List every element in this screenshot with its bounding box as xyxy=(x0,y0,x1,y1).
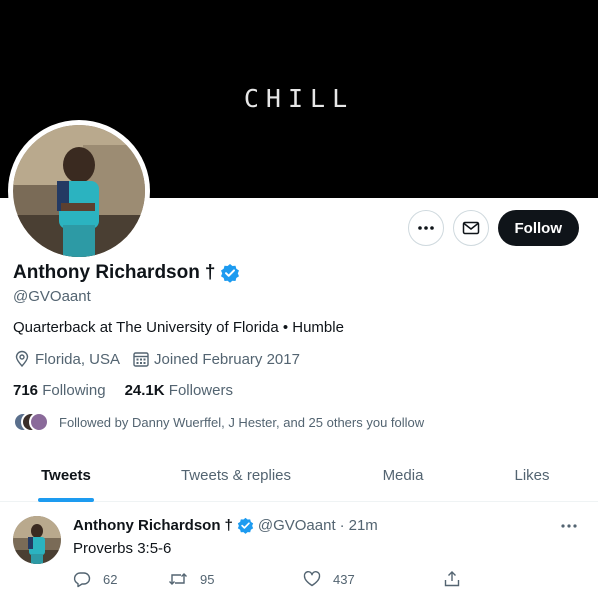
followed-by-link[interactable]: Followed by Danny Wuerffel, J Hester, an… xyxy=(13,412,424,432)
mini-avatar xyxy=(29,412,49,432)
tab-label: Tweets xyxy=(41,466,91,484)
reply-button[interactable]: 62 xyxy=(73,570,168,588)
profile-name-suffix: † xyxy=(204,262,216,283)
tweet-separator: · xyxy=(339,517,345,534)
tweet-author-name[interactable]: Anthony Richardson xyxy=(73,517,221,534)
tweet-timestamp[interactable]: 21m xyxy=(349,517,378,534)
retweet-button[interactable]: 95 xyxy=(168,570,303,588)
message-button[interactable] xyxy=(452,210,489,246)
profile-name: Anthony Richardson xyxy=(13,262,200,283)
follow-button[interactable]: Follow xyxy=(497,210,579,246)
tweet-author-handle: @GVOaant xyxy=(257,517,336,534)
tweet-avatar[interactable] xyxy=(13,516,61,564)
followers-you-know-avatars xyxy=(13,412,49,432)
location-icon xyxy=(15,350,29,368)
profile-tabs: Tweets Tweets & replies Media Likes xyxy=(0,448,598,502)
profile-actions: Follow xyxy=(407,210,579,246)
tab-likes[interactable]: Likes xyxy=(466,448,598,502)
profile-avatar[interactable] xyxy=(8,120,150,262)
followers-label: Followers xyxy=(168,382,233,399)
followed-by-text: Followed by Danny Wuerffel, J Hester, an… xyxy=(59,414,425,430)
profile-meta: Florida, USA Joined February 2017 xyxy=(13,350,312,368)
share-button[interactable] xyxy=(443,570,461,588)
tweet-actions: 62 95 437 xyxy=(73,570,461,588)
calendar-icon xyxy=(133,352,149,367)
more-options-button[interactable] xyxy=(407,210,444,246)
joined-text: Joined February 2017 xyxy=(154,350,300,368)
reply-icon xyxy=(73,572,91,588)
tab-label: Tweets & replies xyxy=(180,466,292,484)
location-text: Florida, USA xyxy=(35,350,121,368)
tab-label: Likes xyxy=(514,466,550,484)
following-link[interactable]: 716 Following xyxy=(13,382,106,399)
tweet-text: Proverbs 3:5-6 xyxy=(73,540,172,557)
retweet-icon xyxy=(169,573,187,585)
tweet-author-suffix: † xyxy=(224,517,233,534)
profile-bio: Quarterback at The University of Florida… xyxy=(13,319,344,336)
heart-icon xyxy=(303,571,321,587)
profile-name-row: Anthony Richardson † xyxy=(13,262,240,284)
retweet-count: 95 xyxy=(200,571,215,587)
followers-link[interactable]: 24.1K Followers xyxy=(125,382,233,399)
tab-tweets-replies[interactable]: Tweets & replies xyxy=(132,448,340,502)
verified-badge-icon[interactable] xyxy=(220,263,240,283)
more-icon xyxy=(417,226,434,230)
profile-handle: @GVOaant xyxy=(13,288,91,305)
following-count: 716 xyxy=(13,382,39,399)
followers-count: 24.1K xyxy=(124,382,165,399)
like-count: 437 xyxy=(333,571,355,587)
share-icon xyxy=(444,571,460,587)
follow-stats: 716 Following 24.1K Followers xyxy=(13,382,252,399)
tab-tweets[interactable]: Tweets xyxy=(0,448,132,502)
like-button[interactable]: 437 xyxy=(303,570,443,588)
tab-media[interactable]: Media xyxy=(340,448,466,502)
tab-label: Media xyxy=(382,466,424,484)
tweet-header: Anthony Richardson † @GVOaant · 21m xyxy=(73,517,378,534)
profile-joined: Joined February 2017 xyxy=(132,350,300,368)
avatar-photo xyxy=(13,125,145,257)
verified-badge-icon xyxy=(237,517,254,534)
tweet-more-button[interactable] xyxy=(560,517,578,540)
tweet-item[interactable]: Anthony Richardson † @GVOaant · 21m Prov… xyxy=(0,503,598,603)
profile-location: Florida, USA xyxy=(13,350,120,368)
following-label: Following xyxy=(42,382,106,399)
mail-icon xyxy=(462,221,479,235)
reply-count: 62 xyxy=(103,571,118,587)
banner-text: CHILL xyxy=(243,84,355,113)
more-icon xyxy=(561,524,577,528)
